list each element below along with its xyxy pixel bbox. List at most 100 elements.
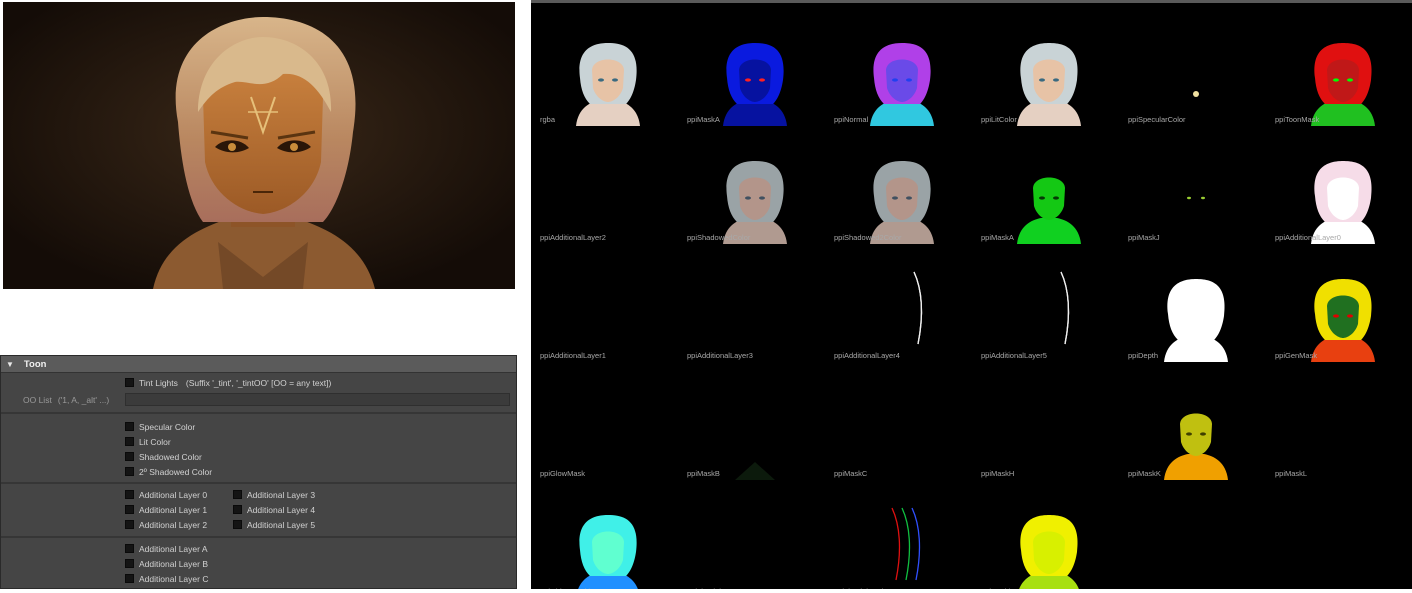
layerB-checkbox[interactable] [125,559,134,568]
tint-lights-hint: (Suffix '_tint', '_tintOO' [OO = any tex… [185,377,332,388]
shadowed2-color-checkbox[interactable] [125,467,134,476]
aov-cell[interactable]: ppiMaskB [681,362,828,480]
aov-label: ppiMaskC [834,469,868,478]
character-thumbnail [1017,177,1081,244]
layerC-checkbox[interactable] [125,574,134,583]
shadowed-color-checkbox[interactable] [125,452,134,461]
aov-cell[interactable]: ppiNormal [828,8,975,126]
layer5-label: Additional Layer 5 [247,519,316,530]
aov-cell[interactable]: ppiWorldPosition [975,480,1122,589]
thumb-eye-right [1200,432,1206,436]
specular-color-checkbox[interactable] [125,422,134,431]
aov-label: ppiGlowMask [540,469,586,478]
aov-cell[interactable]: ppiDepth [1122,244,1269,362]
shadowed-color-row: Shadowed Color [125,450,202,463]
aov-cell[interactable]: ppiMaskH [975,362,1122,480]
aov-cell[interactable]: ppiMaskL [1269,362,1412,480]
layer2-checkbox[interactable] [125,520,134,529]
aov-cell[interactable]: ppiAdditionalLayer1 [534,244,681,362]
aov-label: ppiShadowedColor [687,233,751,242]
toon-settings-panel: ▼ Toon Tint Lights (Suffix '_tint', '_ti… [0,355,517,589]
aov-label: ppiMaskA [687,115,720,124]
character-thumbnail [1019,515,1079,589]
aov-thumbnail [1311,161,1375,244]
thumb-body [1017,218,1081,244]
thumb-eye-left [745,196,751,200]
eye-mask-left [1187,196,1191,200]
aov-cell[interactable]: ppiAdditionalLayer4 [828,244,975,362]
lit-color-row: Lit Color [125,435,171,448]
thumb-eye-right [1347,314,1353,318]
aov-thumbnail [723,161,787,244]
aov-label: ppiToonMask [1275,115,1320,124]
aov-thumbnail [1019,515,1079,589]
aov-label: ppiMaskK [1128,469,1161,478]
layerA-checkbox[interactable] [125,544,134,553]
tint-lights-checkbox[interactable] [125,378,134,387]
character-thumbnail [1311,43,1375,126]
layer0-checkbox[interactable] [125,490,134,499]
layer1-label: Additional Layer 1 [139,504,208,515]
thumb-eye-left [598,78,604,82]
aov-cell[interactable]: ppiShadowedColor [681,126,828,244]
aov-thumbnail [891,507,921,581]
rim-line [891,507,901,581]
aov-label: ppiMaskL [1275,469,1308,478]
aov-cell[interactable]: ppiMaskC [828,362,975,480]
collapse-triangle-icon[interactable]: ▼ [6,360,14,369]
aov-thumbnail [1269,362,1412,480]
aov-thumbnail [735,462,775,480]
layer4-label: Additional Layer 4 [247,504,316,515]
layer3-checkbox[interactable] [233,490,242,499]
aov-contact-sheet: rgba ppiMaskA ppiNormal ppiLitColor ppiSpecu… [531,0,1412,589]
aov-thumbnail [1311,43,1375,126]
layer0-label: Additional Layer 0 [139,489,208,500]
aov-cell[interactable]: ppiLitColor [975,8,1122,126]
aov-cell[interactable]: ppiTintLights [681,480,828,589]
aov-cell[interactable]: ppiAdditionalLayer0 [1269,126,1412,244]
oo-list-input[interactable] [125,393,510,406]
aov-cell[interactable]: ppiAdditionalLayer5 [975,244,1122,362]
thumb-eye-right [612,78,618,82]
aov-cell[interactable]: ppiMaskK [1122,362,1269,480]
layer5-checkbox[interactable] [233,520,242,529]
aov-cell[interactable]: ppiToonMask [1269,8,1412,126]
aov-label: ppiMaskH [981,469,1015,478]
aov-label: ppiShadowed2Color [834,233,902,242]
aov-label: rgba [540,115,556,124]
specular-color-label: Specular Color [139,421,196,432]
aov-cell[interactable]: ppiMaskA [681,8,828,126]
aov-thumbnail [1311,279,1375,362]
aov-cell[interactable]: ppiAdditionalLayer2 [534,126,681,244]
layer1-checkbox[interactable] [125,505,134,514]
aov-cell[interactable]: ppiMaskA [975,126,1122,244]
aov-cell[interactable]: ppiGenMask [1269,244,1412,362]
thumb-eye-left [1333,78,1339,82]
thumb-eye-left [1333,314,1339,318]
layerC-row: Additional Layer C [125,572,208,585]
aov-thumbnail [576,43,640,126]
aov-thumbnail [1164,279,1228,362]
aov-thumbnail [870,43,934,126]
aov-cell[interactable]: ppiMaskJ [1122,126,1269,244]
character-thumbnail [1311,279,1375,362]
aov-cell[interactable]: ppiSpecularColor [1122,8,1269,126]
toon-panel-header[interactable]: ▼ Toon [1,356,516,373]
aov-cell[interactable]: ppiObjectPosition [534,480,681,589]
layerA-label: Additional Layer A [139,543,208,554]
aov-thumbnail [681,244,828,362]
tint-lights-label: Tint Lights [139,377,178,388]
character-thumbnail [578,515,638,589]
aov-cell[interactable]: ppiTintLightsRimA [828,480,975,589]
layer4-checkbox[interactable] [233,505,242,514]
character-thumbnail [1017,43,1081,126]
aov-cell[interactable]: ppiAdditionalLayer3 [681,244,828,362]
aov-cell[interactable]: rgba [534,8,681,126]
aov-label: ppiAdditionalLayer2 [540,233,606,242]
shadowed2-color-row: 2º Shadowed Color [125,465,212,478]
aov-cell[interactable]: ppiGlowMask [534,362,681,480]
aov-cell[interactable]: ppiShadowed2Color [828,126,975,244]
aov-thumbnail [1187,196,1205,200]
shadowed-color-label: Shadowed Color [139,451,202,462]
lit-color-checkbox[interactable] [125,437,134,446]
